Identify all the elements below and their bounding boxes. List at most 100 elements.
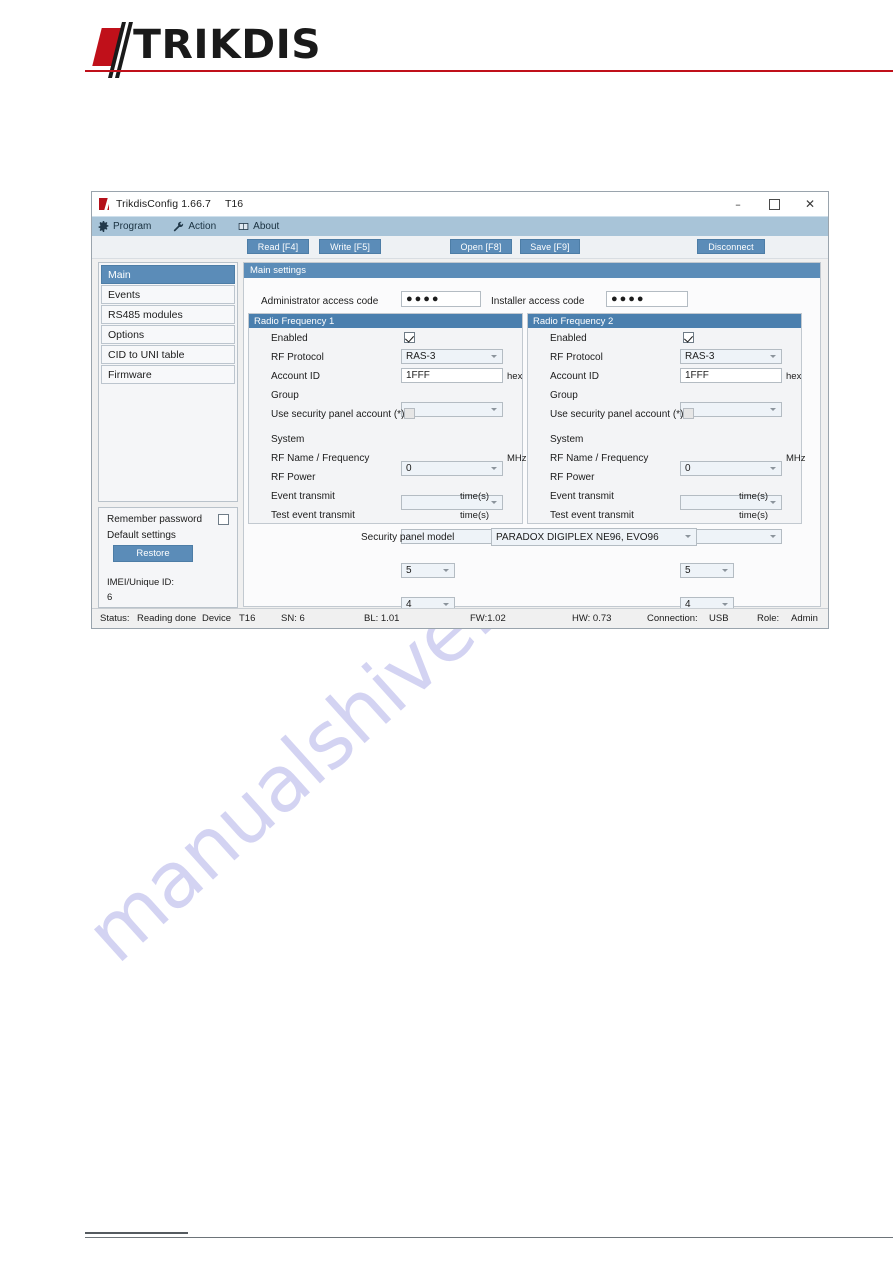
rf2-rf-protocol-value: RAS-3 [685,351,715,362]
chevron-down-icon [770,534,776,538]
wrench-icon [173,221,184,232]
rf2-system-value: 0 [685,463,691,474]
restore-button[interactable]: Restore [113,545,193,562]
rf2-event-transmit-suffix: time(s) [739,491,769,502]
close-icon[interactable]: ✕ [792,192,828,216]
rf1-rf-name-frequency-suffix: MHz [507,453,527,464]
rf1-event-transmit-select[interactable]: 5 [401,563,455,578]
statusbar: Status: Reading done Device T16 SN: 6 BL… [92,608,828,628]
security-panel-model-select[interactable]: PARADOX DIGIPLEX NE96, EVO96 [491,528,697,546]
sidebar-item-firmware[interactable]: Firmware [101,365,235,384]
radio-frequency-1-title: Radio Frequency 1 [249,314,522,328]
rf1-system-select[interactable]: 0 [401,461,503,476]
rf2-event-transmit-label: Event transmit [550,491,614,502]
rf2-system-select[interactable]: 0 [680,461,782,476]
sidebar-item-events[interactable]: Events [101,285,235,304]
rf2-account-id-input[interactable]: 1FFF [680,368,782,383]
rf1-account-id-input[interactable]: 1FFF [401,368,503,383]
rf2-rf-name-frequency-suffix: MHz [786,453,806,464]
header-rule [85,70,893,72]
sidebar-lower-panel: Remember password Default settings Resto… [98,507,238,608]
rf2-group-select[interactable] [680,402,782,417]
chevron-down-icon [770,354,776,358]
connection-label: Connection: [647,613,698,624]
window-body: Main Events RS485 modules Options CID to… [92,259,828,612]
rf1-enabled-checkbox[interactable] [404,332,415,343]
rf1-account-id-label: Account ID [271,371,320,382]
remember-password-checkbox[interactable] [218,514,229,525]
footer-rule-thick [85,1232,188,1234]
rf1-rf-name-frequency-label: RF Name / Frequency [271,453,370,464]
save-button[interactable]: Save [F9] [520,239,580,254]
sidebar-item-main[interactable]: Main [101,265,235,284]
rf2-rf-protocol-select[interactable]: RAS-3 [680,349,782,364]
window-titlebar: TrikdisConfig 1.66.7 T16 – ✕ [92,192,828,216]
sidebar-item-rs485-modules[interactable]: RS485 modules [101,305,235,324]
chevron-down-icon [722,602,728,606]
main-settings-header: Main settings [244,263,820,278]
radio-frequency-2-group: Radio Frequency 2 Enabled RF Protocol RA… [527,313,806,612]
footer-rule-thin [85,1237,893,1238]
window-controls: – ✕ [720,192,828,216]
serial-number: SN: 6 [281,613,305,624]
write-button[interactable]: Write [F5] [319,239,381,254]
rf1-test-event-transmit-suffix: time(s) [460,510,490,521]
chevron-down-icon [722,568,728,572]
rf2-event-transmit-value: 5 [685,565,691,576]
rf2-rf-name-frequency-label: RF Name / Frequency [550,453,649,464]
rf2-enabled-checkbox[interactable] [683,332,694,343]
window-title-model: T16 [225,198,244,210]
chevron-down-icon [491,500,497,504]
access-codes-row: Administrator access code ●●●● Installer… [244,278,820,318]
imei-label: IMEI/Unique ID: [107,577,175,588]
chevron-down-icon [443,602,449,606]
minimize-icon[interactable]: – [720,192,756,216]
rf2-test-event-transmit-label: Test event transmit [550,510,634,521]
rf2-use-security-panel-account-checkbox[interactable] [683,408,694,419]
rf1-rf-protocol-select[interactable]: RAS-3 [401,349,503,364]
sidebar-nav: Main Events RS485 modules Options CID to… [98,262,238,502]
sidebar-item-options[interactable]: Options [101,325,235,344]
default-settings-label: Default settings [107,530,176,541]
rf2-test-event-transmit-suffix: time(s) [739,510,769,521]
hardware-version: HW: 0.73 [572,613,612,624]
menubar: Program Action About [92,216,828,236]
menu-item-about-label: About [253,221,280,232]
device-value: T16 [239,613,256,624]
rf2-event-transmit-select[interactable]: 5 [680,563,734,578]
menu-item-action-label: Action [188,221,217,232]
menu-item-program[interactable]: Program [98,221,151,232]
gear-icon [98,221,109,232]
rf1-system-label: System [271,434,305,445]
page-root: TRIKDIS manualshive.com TrikdisConfig 1.… [0,0,893,1263]
chevron-down-icon [770,466,776,470]
installer-access-code-input[interactable]: ●●●● [606,291,688,307]
administrator-access-code-input[interactable]: ●●●● [401,291,481,307]
open-button[interactable]: Open [F8] [450,239,512,254]
book-icon [238,221,249,232]
rf1-system-value: 0 [406,463,412,474]
rf2-group-label: Group [550,390,578,401]
rf1-group-select[interactable] [401,402,503,417]
rf1-event-transmit-label: Event transmit [271,491,335,502]
rf1-account-id-suffix: hex [507,371,523,382]
menu-item-program-label: Program [113,221,152,232]
menu-item-action[interactable]: Action [173,221,216,232]
security-panel-model-label: Security panel model [361,532,455,543]
radio-frequency-2-title: Radio Frequency 2 [528,314,801,328]
role-label: Role: [757,613,780,624]
rf1-use-security-panel-account-checkbox[interactable] [404,408,415,419]
security-panel-model-value: PARADOX DIGIPLEX NE96, EVO96 [496,531,659,543]
firmware-version: FW:1.02 [470,613,506,624]
role-value: Admin [791,613,818,624]
maximize-icon[interactable] [756,192,792,216]
bootloader-version: BL: 1.01 [364,613,400,624]
read-button[interactable]: Read [F4] [247,239,309,254]
disconnect-button[interactable]: Disconnect [697,239,765,254]
imei-value: 6 [107,592,113,603]
rf2-account-id-suffix: hex [786,371,802,382]
rf1-rf-protocol-label: RF Protocol [271,352,324,363]
chevron-down-icon [491,407,497,411]
menu-item-about[interactable]: About [238,221,279,232]
sidebar-item-cid-to-uni[interactable]: CID to UNI table [101,345,235,364]
